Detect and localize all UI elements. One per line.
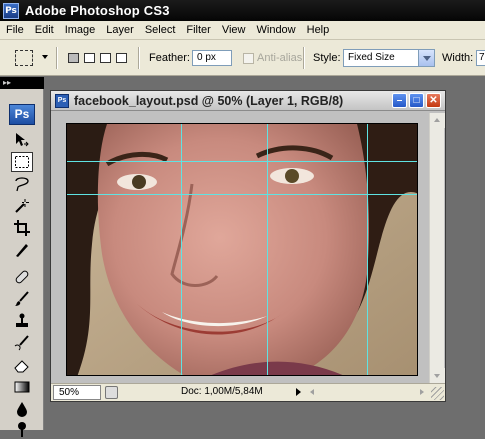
blur-tool-icon[interactable] [11, 399, 33, 419]
menu-file[interactable]: File [0, 24, 29, 36]
rectangular-marquee-tool-icon[interactable] [11, 152, 33, 172]
document-info-icon[interactable] [105, 386, 118, 399]
app-titlebar: Ps Adobe Photoshop CS3 [0, 0, 485, 21]
separator [303, 47, 305, 69]
scroll-left-icon[interactable] [306, 384, 321, 401]
canvas-area[interactable] [53, 113, 427, 383]
brush-tool-icon[interactable] [11, 289, 33, 309]
menu-image[interactable]: Image [59, 24, 101, 36]
scroll-up-icon[interactable] [430, 113, 445, 128]
minimize-icon[interactable]: – [392, 93, 407, 108]
scroll-down-icon[interactable] [430, 368, 445, 383]
width-label: Width: [442, 52, 474, 64]
separator [56, 47, 58, 69]
document-statusbar: 50% Doc: 1,00M/5,84M [51, 383, 445, 401]
subtract-from-selection-icon[interactable] [100, 53, 111, 63]
ps-badge[interactable]: Ps [9, 104, 35, 125]
move-tool-icon[interactable] [11, 130, 33, 150]
toolbox-grip-icon[interactable]: ▸▸ [0, 77, 44, 89]
canvas-photo[interactable] [66, 123, 418, 376]
feather-input[interactable]: 0 px [192, 50, 232, 66]
lasso-tool-icon[interactable] [11, 174, 33, 194]
dodge-tool-icon[interactable] [11, 419, 33, 439]
style-select[interactable]: Fixed Size [343, 49, 435, 67]
toolbox: ▸▸ Ps [0, 77, 44, 437]
document-titlebar[interactable]: Ps facebook_layout.psd @ 50% (Layer 1, R… [51, 91, 445, 111]
slice-tool-icon[interactable] [11, 240, 33, 260]
feather-label: Feather: [149, 52, 190, 64]
magic-wand-tool-icon[interactable] [11, 196, 33, 216]
menu-select[interactable]: Select [139, 24, 181, 36]
anti-alias-checkbox[interactable] [243, 53, 254, 64]
healing-brush-tool-icon[interactable] [11, 267, 33, 287]
intersect-selection-icon[interactable] [116, 53, 127, 63]
menu-help[interactable]: Help [301, 24, 335, 36]
close-icon[interactable]: ✕ [426, 93, 441, 108]
status-menu-arrow-icon[interactable] [296, 388, 301, 396]
maximize-icon[interactable]: □ [409, 93, 424, 108]
scroll-right-icon[interactable] [414, 384, 429, 401]
new-selection-mode-icon[interactable] [68, 53, 79, 63]
clone-stamp-tool-icon[interactable] [11, 311, 33, 331]
separator [138, 47, 140, 69]
menu-filter[interactable]: Filter [180, 24, 215, 36]
menu-edit[interactable]: Edit [29, 24, 59, 36]
photoshop-document-icon: Ps [55, 93, 69, 108]
vertical-scrollbar[interactable] [429, 113, 445, 383]
options-bar: Feather: 0 px Anti-alias Style: Fixed Si… [0, 40, 485, 76]
add-to-selection-icon[interactable] [84, 53, 95, 63]
portrait-image [67, 124, 417, 375]
style-label: Style: [313, 52, 341, 64]
resize-grip-icon[interactable] [431, 387, 444, 400]
photoshop-logo-icon: Ps [3, 2, 19, 19]
style-value: Fixed Size [348, 52, 395, 63]
menu-bar: File Edit Image Layer Select Filter View… [0, 21, 485, 40]
app-title: Adobe Photoshop CS3 [25, 3, 170, 18]
menu-window[interactable]: Window [251, 24, 301, 36]
menu-layer[interactable]: Layer [100, 24, 139, 36]
eraser-tool-icon[interactable] [11, 355, 33, 375]
document-title: facebook_layout.psd @ 50% (Layer 1, RGB/… [74, 93, 344, 108]
width-input[interactable]: 7 [476, 50, 485, 66]
gradient-tool-icon[interactable] [11, 377, 33, 397]
history-brush-tool-icon[interactable] [11, 333, 33, 353]
document-window[interactable]: Ps facebook_layout.psd @ 50% (Layer 1, R… [50, 90, 446, 402]
crop-tool-icon[interactable] [11, 218, 33, 238]
chevron-down-icon[interactable] [418, 50, 434, 66]
anti-alias-label: Anti-alias [257, 52, 303, 64]
window-controls: – □ ✕ [392, 93, 441, 108]
zoom-input[interactable]: 50% [53, 385, 101, 400]
doc-size-info: Doc: 1,00M/5,84M [181, 386, 263, 397]
tool-preset-picker-icon[interactable] [15, 50, 33, 66]
menu-view[interactable]: View [216, 24, 251, 36]
chevron-down-icon[interactable] [42, 55, 48, 59]
